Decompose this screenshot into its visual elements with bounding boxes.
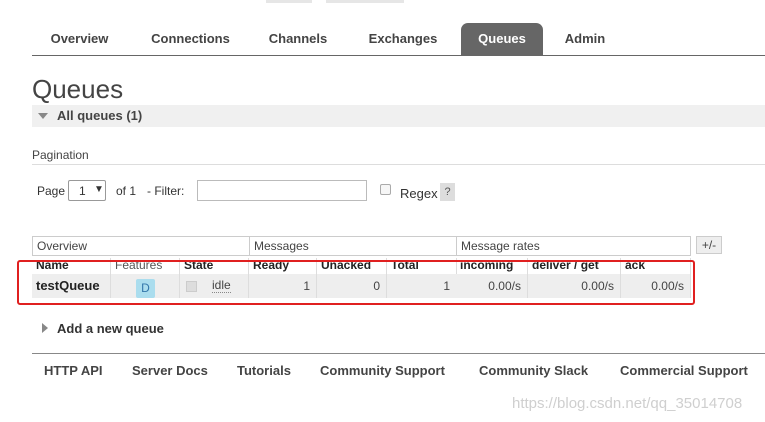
- incoming-rate: 0.00/s: [456, 274, 528, 298]
- footer-divider: [32, 353, 765, 354]
- tab-connections[interactable]: Connections: [138, 23, 243, 55]
- footer-link-commercial-support[interactable]: Commercial Support: [620, 363, 748, 378]
- tab-overview[interactable]: Overview: [32, 23, 127, 55]
- tab-channels[interactable]: Channels: [258, 23, 338, 55]
- col-features: Features: [111, 258, 180, 274]
- expand-triangle-icon: [42, 323, 48, 333]
- footer-link-community-support[interactable]: Community Support: [320, 363, 445, 378]
- watermark-text: https://blog.csdn.net/qq_35014708: [512, 395, 743, 412]
- page-select-value: 1: [79, 184, 86, 198]
- ack-rate: 0.00/s: [621, 274, 691, 298]
- footer-link-server-docs[interactable]: Server Docs: [132, 363, 208, 378]
- footer-link-community-slack[interactable]: Community Slack: [479, 363, 588, 378]
- add-queue-toggle[interactable]: Add a new queue: [57, 321, 164, 336]
- chevron-down-icon: ▼: [94, 184, 104, 195]
- tab-queues[interactable]: Queues: [461, 23, 543, 55]
- tab-admin[interactable]: Admin: [555, 23, 615, 55]
- group-messages: Messages: [249, 236, 457, 256]
- main-nav: Overview Connections Channels Exchanges …: [32, 23, 765, 56]
- deliver-get-rate: 0.00/s: [528, 274, 621, 298]
- page-count-label: of 1: [116, 184, 137, 198]
- footer-link-tutorials[interactable]: Tutorials: [237, 363, 291, 378]
- collapse-triangle-icon: [38, 113, 48, 119]
- group-message-rates: Message rates: [456, 236, 691, 256]
- col-incoming[interactable]: incoming: [456, 258, 528, 274]
- page-title: Queues: [32, 74, 124, 104]
- page-label: Page: [37, 184, 66, 198]
- footer-link-http-api[interactable]: HTTP API: [44, 363, 103, 378]
- col-unacked[interactable]: Unacked: [317, 258, 387, 274]
- state-indicator-icon: [186, 281, 197, 292]
- durable-feature-badge: D: [136, 279, 155, 298]
- col-total[interactable]: Total: [387, 258, 457, 274]
- regex-checkbox[interactable]: [380, 184, 391, 195]
- col-deliver-get[interactable]: deliver / get: [528, 258, 621, 274]
- state-idle-label: idle: [212, 278, 231, 293]
- ready-value: 1: [249, 274, 317, 298]
- col-ack[interactable]: ack: [621, 258, 691, 274]
- col-state[interactable]: State: [180, 258, 249, 274]
- unacked-value: 0: [317, 274, 387, 298]
- top-stub-left: [266, 0, 312, 3]
- page-select[interactable]: 1 ▼: [68, 180, 106, 201]
- all-queues-section-toggle[interactable]: All queues (1): [32, 105, 765, 127]
- regex-label: Regex: [400, 186, 438, 201]
- all-queues-label: All queues (1): [57, 108, 143, 123]
- tab-exchanges[interactable]: Exchanges: [358, 23, 448, 55]
- group-overview: Overview: [32, 236, 250, 256]
- filter-input[interactable]: [197, 180, 367, 201]
- col-ready[interactable]: Ready: [249, 258, 317, 274]
- total-value: 1: [387, 274, 457, 298]
- regex-help-button[interactable]: ?: [440, 183, 455, 201]
- pagination-divider: [32, 164, 765, 165]
- col-name[interactable]: Name: [32, 258, 111, 274]
- pagination-title: Pagination: [32, 148, 89, 162]
- filter-label: - Filter:: [147, 184, 185, 198]
- queue-name-link[interactable]: testQueue: [32, 274, 111, 298]
- top-stub-right: [326, 0, 404, 3]
- column-toggle-button[interactable]: +/-: [696, 236, 722, 254]
